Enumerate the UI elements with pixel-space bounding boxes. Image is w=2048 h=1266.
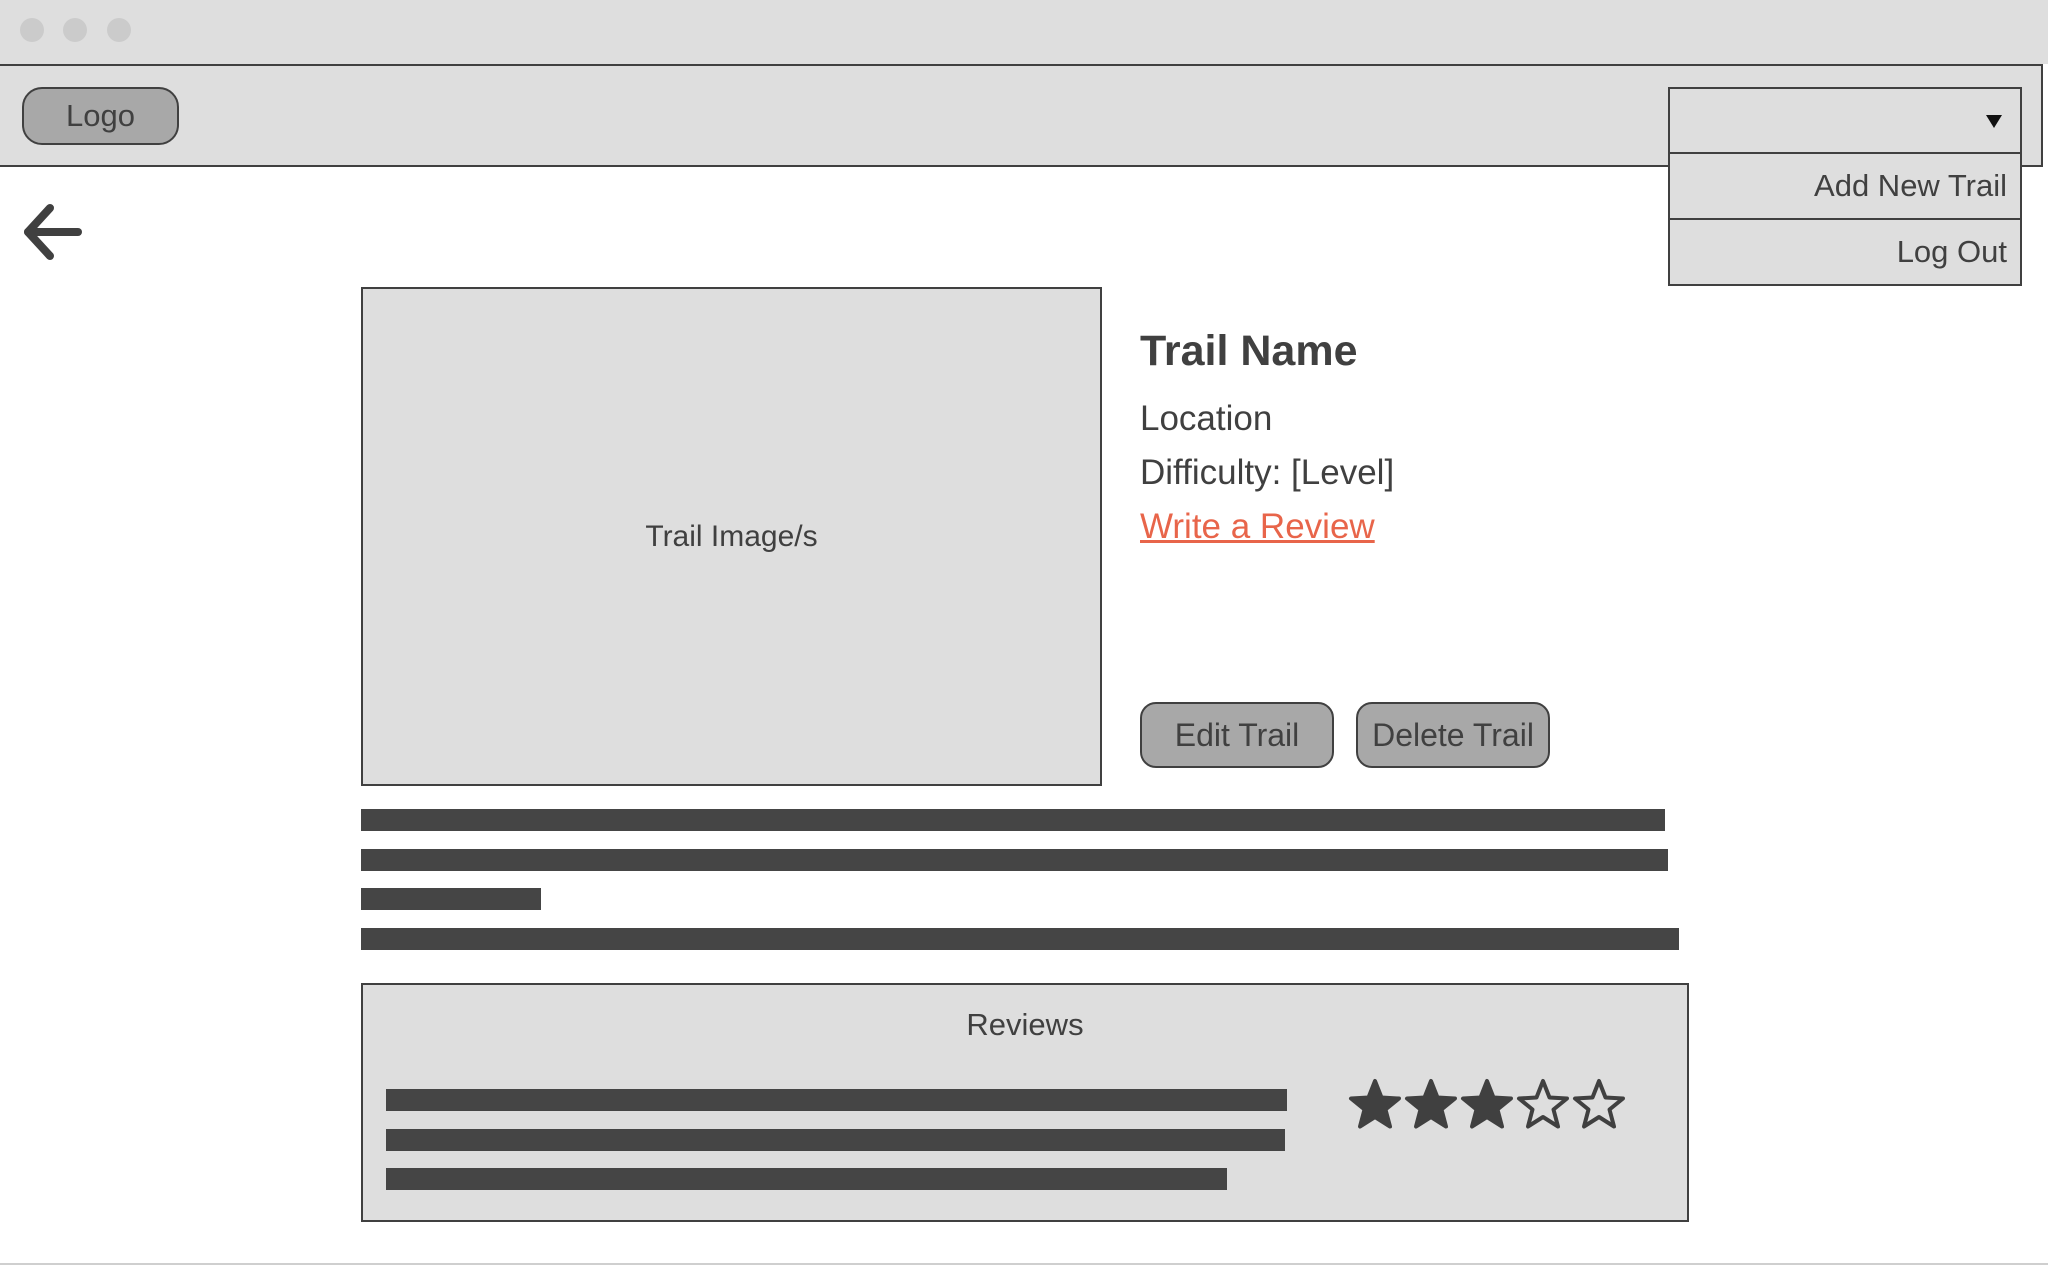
menu-item-log-out[interactable]: Log Out [1668, 218, 2022, 286]
review-text-line [386, 1168, 1227, 1190]
app-window: Logo Add New Trail Log Out Trail Image/s… [0, 0, 2048, 1266]
write-review-link[interactable]: Write a Review [1140, 500, 1375, 554]
star-rating [1347, 1077, 1627, 1133]
reviews-title: Reviews [966, 1007, 1084, 1042]
review-text-line [386, 1089, 1287, 1111]
delete-trail-button[interactable]: Delete Trail [1356, 702, 1550, 768]
account-dropdown[interactable] [1668, 87, 2022, 154]
star-empty-icon[interactable] [1571, 1077, 1627, 1133]
window-close-dot[interactable] [20, 18, 44, 42]
dropdown-menu: Add New Trail Log Out [1668, 152, 2022, 286]
description-text-line [361, 888, 541, 910]
window-titlebar [0, 0, 2048, 64]
reviews-panel: Reviews [361, 983, 1689, 1222]
window-minimize-dot[interactable] [63, 18, 87, 42]
menu-item-add-new-trail[interactable]: Add New Trail [1668, 152, 2022, 220]
star-filled-icon[interactable] [1403, 1077, 1459, 1133]
logo-button[interactable]: Logo [22, 87, 179, 145]
window-bottom-edge [0, 1263, 2048, 1265]
trail-image-placeholder: Trail Image/s [361, 287, 1102, 786]
caret-down-icon [1986, 115, 2002, 128]
review-text-line [386, 1129, 1285, 1151]
trail-image-label: Trail Image/s [645, 519, 818, 553]
window-maximize-dot[interactable] [107, 18, 131, 42]
back-arrow-icon[interactable] [22, 202, 84, 262]
edit-trail-button[interactable]: Edit Trail [1140, 702, 1334, 768]
star-empty-icon[interactable] [1515, 1077, 1571, 1133]
trail-name-heading: Trail Name [1140, 327, 1358, 375]
description-text-line [361, 849, 1668, 871]
description-text-line [361, 809, 1665, 831]
star-filled-icon[interactable] [1459, 1077, 1515, 1133]
description-text-line [361, 928, 1679, 950]
trail-location: Location [1140, 399, 1273, 438]
trail-info: Trail Name Location Difficulty: [Level] … [1140, 322, 1394, 554]
star-filled-icon[interactable] [1347, 1077, 1403, 1133]
trail-difficulty: Difficulty: [Level] [1140, 453, 1395, 492]
